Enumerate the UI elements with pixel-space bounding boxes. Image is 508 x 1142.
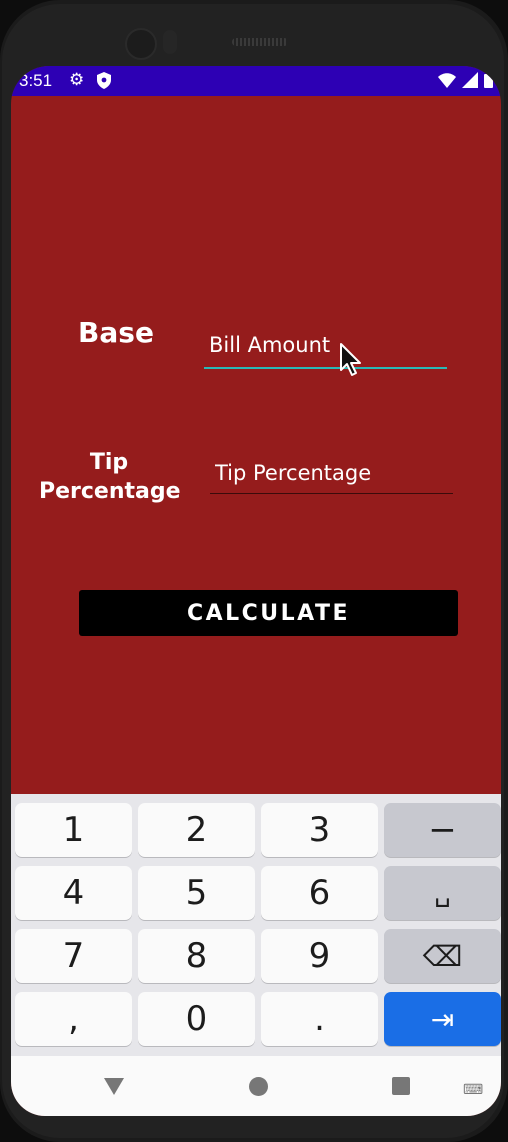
tip-percentage-input[interactable] (210, 458, 458, 485)
status-time: 3:51 (19, 71, 53, 90)
battery-icon (484, 72, 493, 88)
key-6[interactable]: 6 (261, 866, 378, 920)
square-recents-icon[interactable] (392, 1077, 410, 1095)
bill-amount-field[interactable] (204, 329, 452, 369)
speaker-grille (232, 38, 288, 46)
sensor-icon (163, 30, 177, 54)
backspace-key[interactable]: ⌫ (384, 929, 501, 983)
app-screen: 3:51 ⚙ Base Tip Percentage CALCULATE 1 2 (11, 66, 501, 1116)
camera-icon (125, 28, 157, 60)
circle-home-icon[interactable] (249, 1077, 268, 1096)
key-8[interactable]: 8 (138, 929, 255, 983)
wifi-icon (438, 72, 456, 88)
bill-amount-input[interactable] (204, 329, 452, 357)
key-4[interactable]: 4 (15, 866, 132, 920)
status-icons (438, 72, 493, 88)
calculate-button[interactable]: CALCULATE (79, 590, 458, 636)
mouse-cursor-icon (340, 343, 361, 376)
shield-icon (97, 72, 111, 94)
key-5[interactable]: 5 (138, 866, 255, 920)
navigation-bar: ⌨ (11, 1056, 501, 1116)
next-action-key[interactable]: ⇥ (384, 992, 501, 1046)
base-label: Base (78, 316, 154, 349)
period-key[interactable]: . (261, 992, 378, 1046)
key-7[interactable]: 7 (15, 929, 132, 983)
minus-key[interactable]: − (384, 803, 501, 857)
key-1[interactable]: 1 (15, 803, 132, 857)
comma-key[interactable]: , (15, 992, 132, 1046)
tip-percentage-label: Tip Percentage (39, 450, 181, 504)
gear-icon: ⚙ (69, 70, 85, 89)
numeric-keyboard: 1 2 3 − 4 5 6 ␣ 7 8 9 ⌫ , 0 . ⇥ (11, 794, 501, 1056)
key-2[interactable]: 2 (138, 803, 255, 857)
key-3[interactable]: 3 (261, 803, 378, 857)
key-0[interactable]: 0 (138, 992, 255, 1046)
keyboard-icon[interactable]: ⌨ (463, 1081, 483, 1098)
space-key[interactable]: ␣ (384, 866, 501, 920)
triangle-back-icon[interactable] (104, 1078, 124, 1095)
signal-icon (462, 72, 478, 88)
status-bar: 3:51 ⚙ (11, 66, 501, 96)
tip-percentage-field[interactable] (210, 458, 458, 494)
key-9[interactable]: 9 (261, 929, 378, 983)
phone-frame: 3:51 ⚙ Base Tip Percentage CALCULATE 1 2 (0, 0, 508, 1142)
